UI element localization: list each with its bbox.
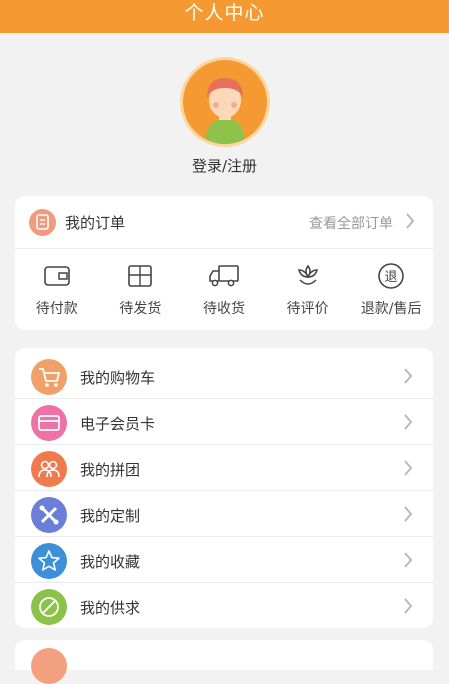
- view-all-orders-link[interactable]: 查看全部订单: [309, 213, 393, 233]
- menu-item-member-card[interactable]: 电子会员卡: [15, 398, 433, 445]
- menu-item-cart[interactable]: 我的购物车: [15, 352, 433, 399]
- refund-icon-text: 退: [385, 270, 398, 285]
- menu-item-label: 我的供求: [80, 599, 141, 617]
- group-icon: [31, 451, 67, 487]
- refund-icon: 退: [378, 263, 404, 289]
- chevron-right-icon: [403, 413, 413, 435]
- orders-header[interactable]: 我的订单 查看全部订单: [15, 196, 433, 249]
- status-label: 待发货: [119, 301, 162, 317]
- page-header: 个人中心: [0, 0, 449, 33]
- menu-item-supply-demand[interactable]: 我的供求: [15, 582, 433, 628]
- avatar[interactable]: [180, 57, 270, 147]
- menu-item-label: 我的定制: [80, 507, 141, 525]
- menu-item-label: 我的购物车: [80, 369, 156, 387]
- status-pending-shipment[interactable]: 待发货: [99, 258, 183, 324]
- chevron-right-icon: [403, 367, 413, 389]
- user-avatar-icon: [205, 78, 245, 144]
- order-status-row: 待付款 待发货 待收货 待评价 退 退款/售后: [15, 258, 433, 324]
- status-label: 待收货: [202, 301, 245, 317]
- next-card-icon: [31, 648, 67, 684]
- cart-icon: [31, 359, 67, 395]
- chevron-right-icon: [403, 551, 413, 573]
- chevron-right-icon: [403, 505, 413, 527]
- tools-icon: [31, 497, 67, 533]
- status-pending-payment[interactable]: 待付款: [15, 258, 99, 324]
- orders-title: 我的订单: [65, 214, 126, 232]
- profile-section: 登录/注册: [0, 33, 449, 193]
- menu-card: 我的购物车 电子会员卡 我的拼团 我的定制 我的收藏 我的供求: [15, 348, 433, 628]
- page-title: 个人中心: [184, 2, 265, 24]
- status-pending-review[interactable]: 待评价: [266, 258, 350, 324]
- status-refund-aftersale[interactable]: 退 退款/售后: [349, 258, 433, 324]
- chevron-right-icon: [403, 597, 413, 619]
- menu-item-label: 电子会员卡: [80, 415, 156, 433]
- wallet-icon: [43, 266, 70, 286]
- supply-icon: [31, 589, 67, 625]
- flower-icon: [297, 264, 318, 285]
- menu-item-label: 我的拼团: [80, 461, 141, 479]
- status-label: 待评价: [286, 301, 329, 317]
- chevron-right-icon: [405, 212, 415, 234]
- package-icon: [128, 265, 153, 287]
- menu-item-favorites[interactable]: 我的收藏: [15, 536, 433, 583]
- login-register-link[interactable]: 登录/注册: [0, 155, 449, 176]
- next-card-partial: [15, 640, 433, 684]
- menu-item-group-buy[interactable]: 我的拼团: [15, 444, 433, 491]
- status-pending-receipt[interactable]: 待收货: [182, 258, 266, 324]
- order-list-icon: [29, 209, 56, 236]
- status-label: 退款/售后: [360, 301, 422, 317]
- chevron-right-icon: [403, 459, 413, 481]
- star-icon: [31, 543, 67, 579]
- truck-icon: [209, 265, 239, 287]
- card-icon: [31, 405, 67, 441]
- status-label: 待付款: [35, 301, 78, 317]
- menu-item-label: 我的收藏: [80, 553, 141, 571]
- menu-item-custom[interactable]: 我的定制: [15, 490, 433, 537]
- orders-card: 我的订单 查看全部订单 待付款 待发货 待收货 待评价 退 退款/售后: [15, 196, 433, 330]
